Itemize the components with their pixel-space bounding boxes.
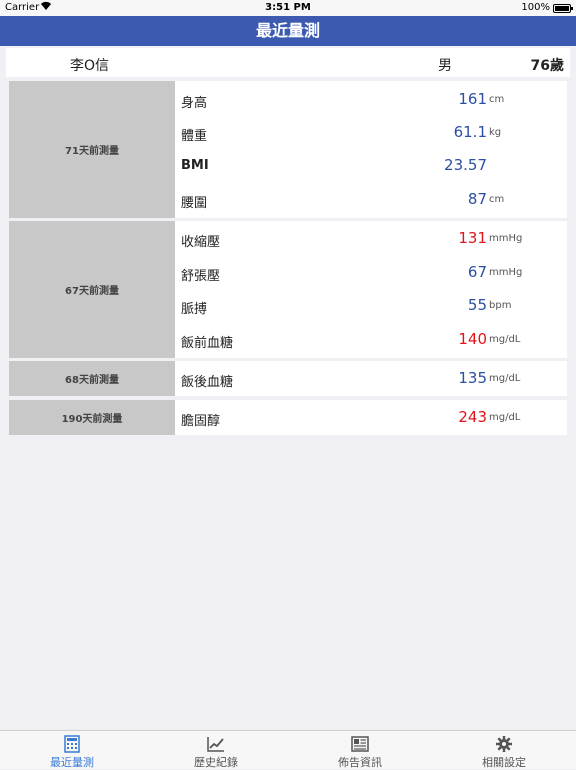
tab-announcements[interactable]: 佈告資訊: [288, 731, 432, 769]
tab-history[interactable]: 歷史紀錄: [144, 731, 288, 769]
measurement-value: 23.57: [444, 156, 487, 174]
measurement-unit: cm: [489, 194, 505, 205]
measurement-group: 71天前測量 身高 161 cm 體重 61.1 kg BMI 23.57 腰圍…: [9, 81, 567, 218]
measurement-value: 243: [458, 408, 487, 426]
measurement-unit: mg/dL: [489, 373, 521, 384]
measurement-unit: kg: [489, 127, 502, 138]
measurement-name: 膽固醇: [181, 414, 221, 429]
measurement-name: BMI: [181, 158, 209, 173]
measurement-row[interactable]: 脈搏 55 bpm: [175, 289, 567, 323]
patient-age: 76歲: [530, 58, 564, 74]
measurement-row[interactable]: 飯前血糖 140 mg/dL: [175, 323, 567, 357]
measurement-row[interactable]: 身高 161 cm: [175, 83, 567, 117]
measurement-name: 飯前血糖: [181, 336, 234, 351]
calculator-icon: [64, 735, 80, 753]
measurement-unit: mmHg: [489, 233, 523, 244]
measurement-group: 68天前測量 飯後血糖 135 mg/dL: [9, 361, 567, 396]
measurement-value: 55: [467, 296, 487, 314]
measurement-row[interactable]: 舒張壓 67 mmHg: [175, 256, 567, 290]
measurement-name: 收縮壓: [181, 235, 221, 250]
tab-recent-measurements[interactable]: 最近量測: [0, 731, 144, 769]
group-date-label: 71天前測量: [9, 81, 175, 218]
group-date-label: 68天前測量: [9, 361, 175, 396]
status-bar: Carrier 3:51 PM 100%: [0, 0, 576, 16]
measurement-group: 190天前測量 膽固醇 243 mg/dL: [9, 400, 567, 435]
group-date-label: 190天前測量: [9, 400, 175, 435]
measurement-name: 腰圍: [181, 196, 208, 211]
measurement-name: 飯後血糖: [181, 375, 234, 390]
measurement-name: 舒張壓: [181, 269, 221, 284]
measurement-row[interactable]: BMI 23.57: [175, 149, 567, 183]
measurement-row[interactable]: 體重 61.1 kg: [175, 116, 567, 150]
nav-bar: 最近量測: [0, 16, 576, 46]
measurement-value: 67: [467, 263, 487, 281]
measurement-unit: mg/dL: [489, 412, 521, 423]
measurement-unit: bpm: [489, 300, 512, 311]
measurement-name: 身高: [181, 96, 208, 111]
trend-chart-icon: [207, 737, 224, 752]
page-title: 最近量測: [255, 21, 320, 40]
measurement-value: 87: [467, 190, 487, 208]
measurement-unit: mmHg: [489, 267, 523, 278]
measurement-row[interactable]: 腰圍 87 cm: [175, 183, 567, 217]
measurement-value: 135: [458, 369, 487, 387]
group-date-label: 67天前測量: [9, 221, 175, 358]
patient-info-row: 李O信 男 76歲: [6, 48, 570, 77]
battery-percent: 100%: [521, 2, 550, 13]
measurement-unit: cm: [489, 94, 505, 105]
measurement-unit: mg/dL: [489, 334, 521, 345]
tab-bar: 最近量測 歷史紀錄 佈告資訊 相關設定: [0, 730, 576, 769]
status-time: 3:51 PM: [265, 2, 311, 13]
patient-gender: 男: [438, 58, 452, 74]
measurement-value: 161: [458, 90, 487, 108]
patient-name: 李O信: [70, 58, 110, 74]
measurement-group: 67天前測量 收縮壓 131 mmHg 舒張壓 67 mmHg 脈搏 55 bp…: [9, 221, 567, 358]
battery-icon: [553, 4, 573, 13]
measurement-row[interactable]: 膽固醇 243 mg/dL: [175, 401, 567, 435]
gear-icon: [496, 736, 512, 752]
measurement-name: 體重: [181, 129, 208, 144]
measurement-value: 61.1: [453, 123, 487, 141]
measurement-value: 131: [458, 229, 487, 247]
measurement-name: 脈搏: [181, 302, 208, 317]
tab-settings[interactable]: 相關設定: [432, 731, 576, 769]
measurement-row[interactable]: 收縮壓 131 mmHg: [175, 222, 567, 256]
measurement-row[interactable]: 飯後血糖 135 mg/dL: [175, 362, 567, 396]
newspaper-icon: [351, 736, 369, 752]
measurement-value: 140: [458, 330, 487, 348]
